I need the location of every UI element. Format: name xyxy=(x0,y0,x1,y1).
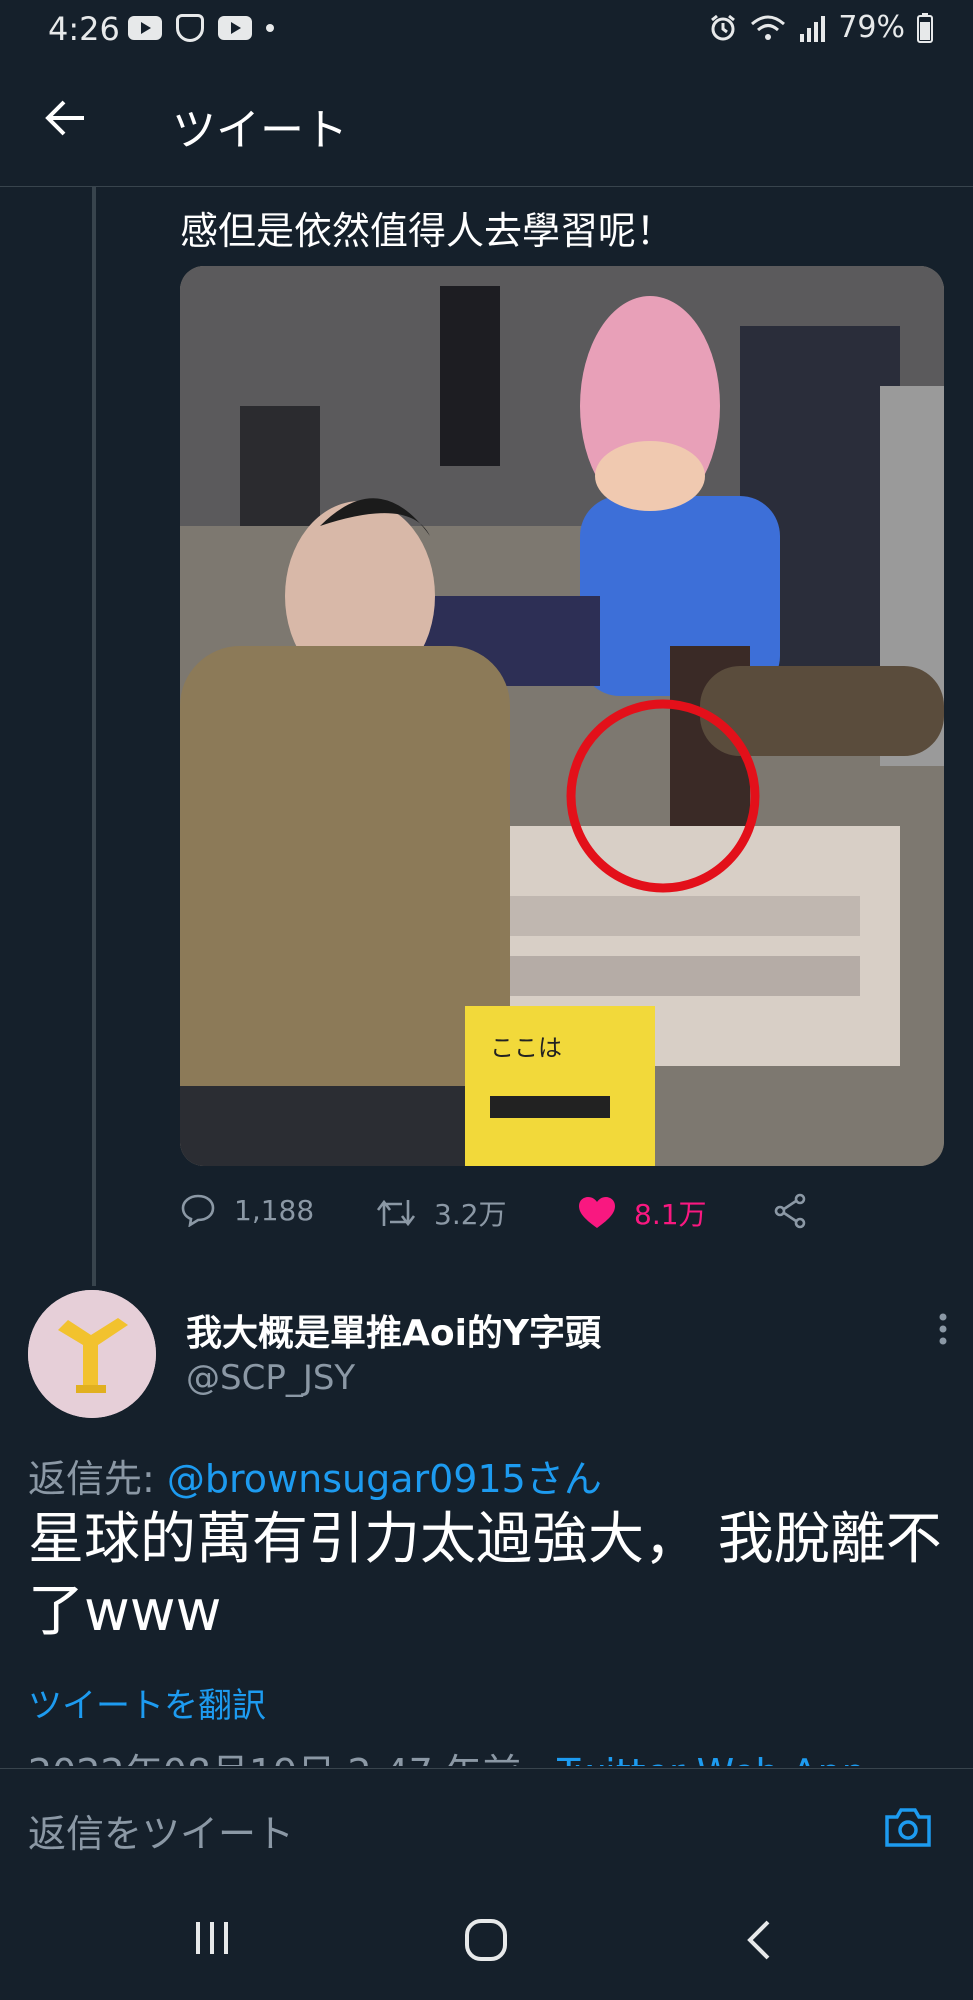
status-bar: 4:26 79% xyxy=(0,0,973,60)
reply-composer: 返信をツイート xyxy=(0,1768,973,1874)
reply-input[interactable]: 返信をツイート xyxy=(28,1803,294,1858)
status-time: 4:26 xyxy=(48,10,120,48)
heart-icon xyxy=(579,1197,615,1228)
back-nav-icon[interactable] xyxy=(744,1918,774,1962)
tweet-timestamp: 2022年08月19日 2:47 午前 · Twitter Web App xyxy=(28,1742,866,1766)
recent-apps-icon[interactable] xyxy=(192,1918,232,1958)
parent-tweet-actions: 1,188 3.2万 8.1万 xyxy=(180,1185,940,1241)
camera-icon[interactable] xyxy=(883,1805,933,1849)
top-app-bar: ツイート xyxy=(0,60,973,187)
battery-icon xyxy=(917,12,933,43)
system-navigation-bar xyxy=(0,1872,973,2000)
avatar-image xyxy=(28,1290,156,1418)
back-arrow-icon[interactable] xyxy=(44,96,88,140)
share-button[interactable] xyxy=(772,1193,808,1229)
replying-to: 返信先: @brownsugar0915さん xyxy=(28,1448,602,1503)
reply-count: 1,188 xyxy=(234,1193,315,1227)
tweet-media-photo[interactable]: ここは xyxy=(180,266,944,1166)
tweet-datetime: 2022年08月19日 2:47 午前 xyxy=(28,1751,521,1766)
reply-button[interactable]: 1,188 xyxy=(180,1193,314,1227)
photo-illustration: ここは xyxy=(180,266,944,1166)
translate-tweet-link[interactable]: ツイートを翻訳 xyxy=(28,1678,266,1727)
retweet-button[interactable]: 3.2万 xyxy=(376,1193,507,1233)
like-count: 8.1万 xyxy=(634,1198,707,1231)
parent-tweet-text: 感但是依然值得人去學習呢！ xyxy=(180,209,675,253)
share-icon xyxy=(774,1193,806,1229)
thread-connector-line xyxy=(92,186,96,1286)
media-sign-text: ここは xyxy=(490,1034,562,1062)
page-title: ツイート xyxy=(172,105,348,156)
retweet-icon xyxy=(376,1199,416,1227)
user-handle[interactable]: @SCP_JSY xyxy=(186,1358,355,1398)
replying-to-link[interactable]: @brownsugar0915さん xyxy=(167,1457,602,1501)
replying-to-label: 返信先: xyxy=(28,1457,167,1501)
alarm-icon xyxy=(711,14,736,40)
wifi-icon xyxy=(751,15,786,40)
battery-percent: 79% xyxy=(838,10,905,45)
reply-tweet-author: 我大概是單推Aoi的Y字頭 @SCP_JSY xyxy=(28,1290,948,1420)
youtube-icon xyxy=(218,16,252,40)
reply-tweet-text: 星球的萬有引力太過強大， 我脫離不了www xyxy=(28,1507,942,1644)
retweet-count: 3.2万 xyxy=(434,1198,507,1231)
display-name[interactable]: 我大概是單推Aoi的Y字頭 xyxy=(186,1304,601,1356)
tweet-source[interactable]: Twitter Web App xyxy=(557,1751,866,1766)
signal-icon xyxy=(800,15,826,42)
notification-dot-icon xyxy=(266,24,274,32)
youtube-icon xyxy=(128,16,162,40)
avatar[interactable] xyxy=(28,1290,156,1418)
more-icon[interactable] xyxy=(938,1312,948,1346)
shield-icon xyxy=(176,14,204,42)
home-icon[interactable] xyxy=(464,1918,508,1962)
reply-icon xyxy=(181,1194,215,1227)
like-button[interactable]: 8.1万 xyxy=(578,1193,707,1233)
